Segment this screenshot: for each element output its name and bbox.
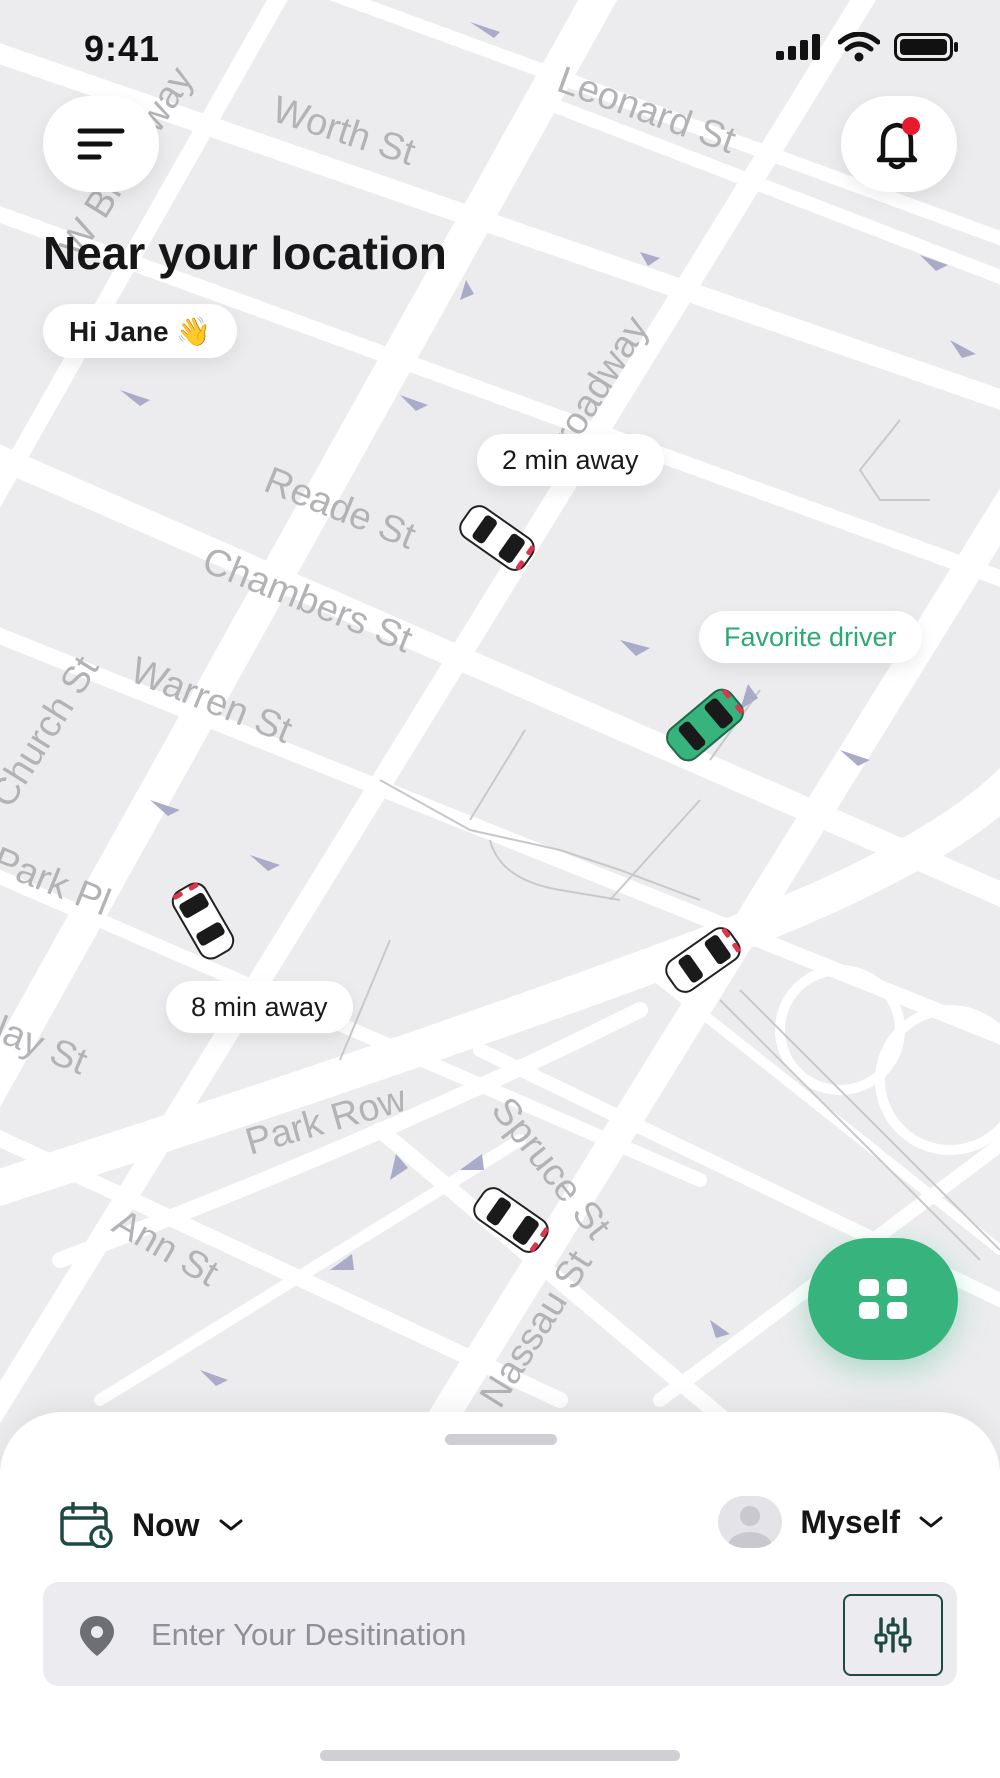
menu-icon (77, 128, 125, 160)
sheet-drag-handle[interactable] (445, 1434, 557, 1445)
destination-search (43, 1582, 957, 1688)
menu-button[interactable] (43, 96, 159, 192)
car-icon[interactable] (466, 1175, 556, 1265)
home-indicator (320, 1750, 680, 1761)
passenger-selector[interactable]: Myself (718, 1496, 944, 1548)
car-icon[interactable] (158, 876, 248, 966)
chevron-down-icon (919, 1516, 943, 1528)
bell-icon (876, 117, 920, 170)
avatar (718, 1496, 783, 1548)
notifications-button[interactable] (841, 96, 957, 192)
notification-dot (902, 117, 920, 135)
filter-sliders-icon (874, 1617, 912, 1653)
status-icons (776, 32, 960, 62)
status-time: 9:41 (84, 28, 161, 69)
grid-icon (859, 1279, 907, 1319)
greeting-chip: Hi Jane 👋 (43, 304, 238, 358)
avatar-icon (728, 1506, 773, 1548)
services-grid-button[interactable] (808, 1238, 958, 1360)
car-icon[interactable] (658, 915, 748, 1005)
eta-bubble-2min: 2 min away (477, 434, 664, 486)
filter-button[interactable] (843, 1594, 943, 1676)
ride-home-screen: Worth St Leonard St W Broadway Broadway … (0, 0, 1000, 1778)
pickup-time-selector[interactable]: Now (60, 1502, 244, 1548)
destination-input[interactable] (149, 1582, 803, 1688)
passenger-label: Myself (800, 1503, 900, 1540)
pickup-time-label: Now (132, 1506, 200, 1543)
location-pin-icon (80, 1616, 114, 1656)
chevron-down-icon (219, 1519, 243, 1531)
car-icon[interactable] (452, 493, 542, 583)
favorite-car-icon[interactable] (657, 677, 753, 773)
battery-icon (894, 33, 958, 61)
wifi-icon (838, 32, 880, 62)
calendar-clock-icon (60, 1502, 113, 1548)
eta-bubble-8min: 8 min away (166, 981, 353, 1033)
cellular-signal-icon (776, 34, 820, 60)
favorite-driver-bubble: Favorite driver (699, 611, 922, 663)
booking-sheet: Now Myself (0, 1412, 1000, 1778)
page-title: Near your location (43, 227, 447, 279)
